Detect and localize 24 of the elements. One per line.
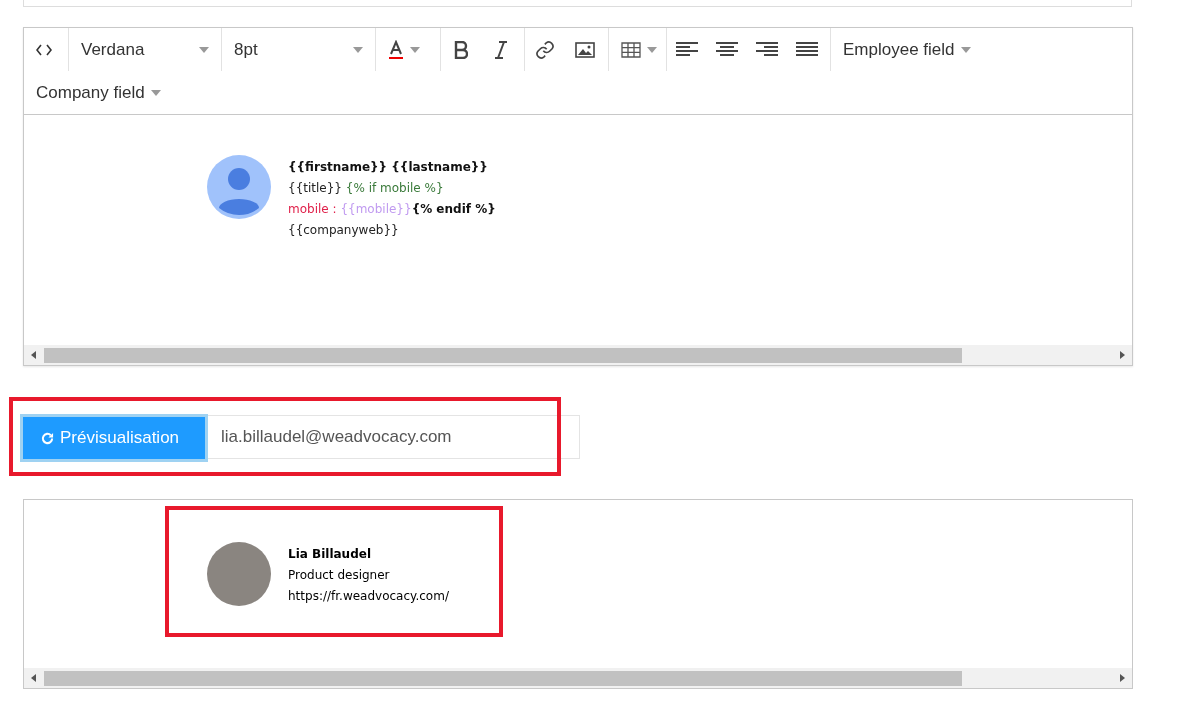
font-dropdown[interactable]: Verdana (69, 32, 221, 67)
caret-icon (150, 89, 161, 96)
field-dropdown[interactable]: Company field (24, 75, 173, 110)
caret-icon (410, 46, 420, 53)
template-line: {{companyweb}} (288, 222, 400, 239)
refresh-icon (41, 431, 54, 445)
field-dropdown[interactable]: Employee field (831, 32, 983, 67)
signature-url: https://fr.weadvocacy.com/ (288, 588, 449, 605)
caret-icon (647, 46, 657, 53)
template-line: {{title}} {% if mobile %} (288, 180, 445, 197)
caret-icon (199, 46, 209, 53)
horizontal-scrollbar[interactable] (24, 345, 1132, 365)
horizontal-scrollbar[interactable] (24, 668, 1132, 688)
caret-icon (960, 46, 971, 53)
caret-icon (353, 46, 363, 53)
signature-title: Product designer (288, 567, 391, 584)
template-line: {{firstname}} {{lastname}} (288, 159, 489, 176)
table-icon (621, 41, 641, 58)
size-dropdown[interactable]: 8pt (222, 32, 375, 67)
email-field[interactable]: lia.billaudel@weadvocacy.com (208, 415, 580, 459)
text-color-icon (388, 39, 404, 60)
avatar-icon (207, 155, 271, 219)
signature-name: Lia Billaudel (288, 546, 372, 563)
template-line: mobile : {{mobile}}{% endif %} (288, 201, 496, 218)
